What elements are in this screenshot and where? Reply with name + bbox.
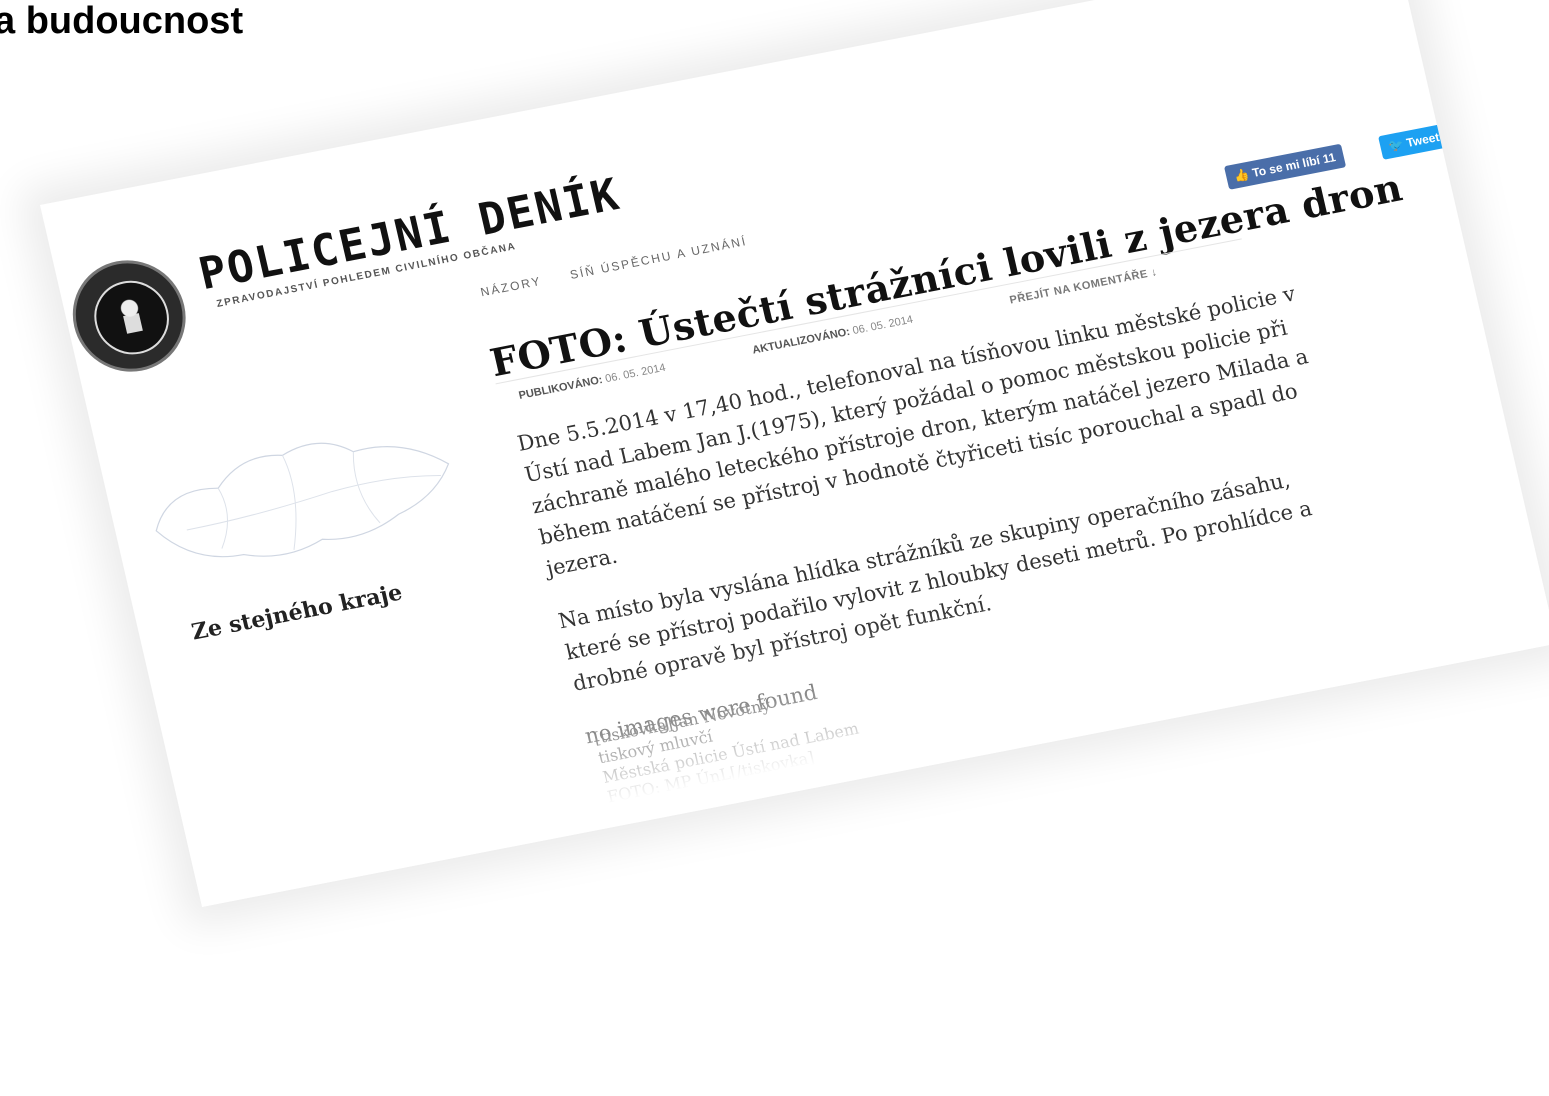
speech-bubbles-icon: 💬 bbox=[896, 779, 920, 801]
facebook-icon: f bbox=[652, 829, 664, 849]
send-label: POSLAT bbox=[667, 815, 735, 845]
comments-label: KOMENTÁŘE bbox=[923, 758, 1030, 795]
comments-button[interactable]: 💬 KOMENTÁŘE bbox=[878, 744, 1048, 815]
article-page-screenshot: POLICEJNÍ DENÍK ZPRAVODAJSTVÍ POHLEDEM C… bbox=[40, 0, 1549, 907]
facebook-send-button[interactable]: f POSLAT bbox=[633, 801, 753, 863]
region-map-icon bbox=[155, 442, 450, 558]
nav-item-nazory[interactable]: NÁZORY bbox=[479, 274, 543, 299]
nav-item-sin-uspechu[interactable]: SÍŇ ÚSPĚCHU A UZNÁNÍ bbox=[569, 234, 749, 282]
police-seal-logo bbox=[61, 250, 197, 382]
slide-title: a budoucnost bbox=[0, 0, 244, 42]
updated-date: 06. 05. 2014 bbox=[851, 313, 915, 338]
like-label: To se mi líbí 11 bbox=[1250, 150, 1337, 180]
twitter-bird-icon: 🐦 bbox=[1387, 136, 1405, 154]
updated-label: AKTUALIZOVÁNO: bbox=[751, 325, 852, 357]
published-date: 06. 05. 2014 bbox=[604, 361, 667, 386]
tweet-top-label: Tweet bbox=[1405, 129, 1441, 150]
tweet-top-button[interactable]: 🐦 Tweet bbox=[1378, 123, 1450, 160]
tweet-label: TWEET bbox=[798, 791, 859, 819]
twitter-bird-icon: 🐦 bbox=[771, 803, 795, 826]
main-nav: NÁZORY SÍŇ ÚSPĚCHU A UZNÁNÍ bbox=[479, 229, 772, 299]
tweet-button[interactable]: 🐦 TWEET bbox=[753, 777, 878, 839]
thumbs-up-icon: 👍 bbox=[1232, 166, 1251, 184]
sidebar-heading: Ze stejného kraje bbox=[189, 579, 405, 646]
